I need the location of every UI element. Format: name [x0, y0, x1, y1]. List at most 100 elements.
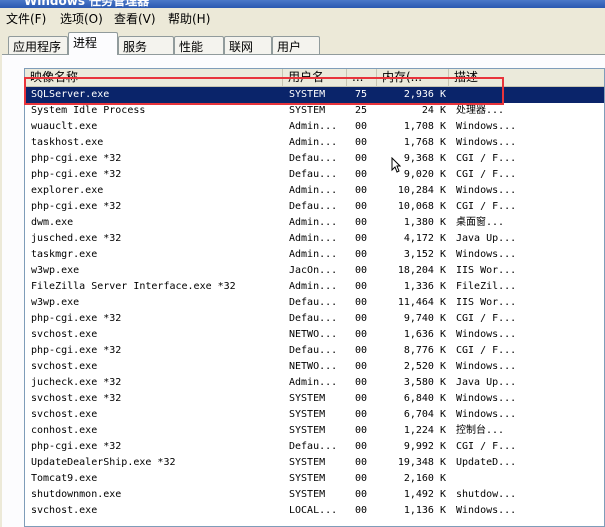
tab-strip: 应用程序 进程 服务 性能 联网 用户 [0, 28, 605, 55]
process-description: Windows... [456, 185, 517, 196]
process-name: svchost.exe [31, 409, 98, 420]
process-description [456, 87, 604, 103]
process-row[interactable]: dwm.exe Admin... 00 1,380 K 桌面窗... [25, 215, 604, 231]
process-description: CGI / F... [456, 169, 517, 180]
process-description: IIS Wor... [456, 265, 517, 276]
column-description[interactable]: 描述 [449, 69, 604, 86]
process-row[interactable]: w3wp.exe JacOn... 00 18,204 K IIS Wor... [25, 263, 604, 279]
process-row[interactable]: taskmgr.exe Admin... 00 3,152 K Windows... [25, 247, 604, 263]
process-memory: 1,708 K [403, 121, 446, 132]
process-row[interactable]: taskhost.exe Admin... 00 1,768 K Windows... [25, 135, 604, 151]
tab-applications[interactable]: 应用程序 [8, 36, 68, 54]
tab-processes[interactable]: 进程 [68, 32, 118, 55]
process-row[interactable]: jusched.exe *32 Admin... 00 4,172 K Java Up.… [25, 231, 604, 247]
process-description: Windows... [456, 121, 517, 132]
process-name: conhost.exe [31, 425, 98, 436]
column-header: 映像名称 用户名 ... 内存(... 描述 [25, 69, 604, 87]
process-memory: 10,284 K [397, 185, 446, 196]
process-row[interactable]: svchost.exe *32 SYSTEM 00 6,840 K Windows... [25, 391, 604, 407]
menu-view[interactable]: 查看(V) [114, 10, 156, 27]
process-memory: 11,464 K [397, 297, 446, 308]
process-row[interactable]: svchost.exe NETWO... 00 2,520 K Windows... [25, 359, 604, 375]
process-row[interactable]: php-cgi.exe *32 Defau... 00 9,368 K CGI / F.… [25, 151, 604, 167]
process-list[interactable]: 映像名称 用户名 ... 内存(... 描述 SQLServer.exe SYST… [24, 68, 605, 527]
process-name: php-cgi.exe *32 [31, 153, 122, 164]
process-description: Windows... [456, 393, 517, 404]
menu-options[interactable]: 选项(O) [60, 10, 103, 27]
process-row[interactable]: explorer.exe Admin... 00 10,284 K Windows... [25, 183, 604, 199]
column-image-name[interactable]: 映像名称 [25, 69, 283, 86]
process-user: Defau... [289, 313, 338, 324]
process-row[interactable]: jucheck.exe *32 Admin... 00 3,580 K Java Up.… [25, 375, 604, 391]
tab-services[interactable]: 服务 [118, 36, 174, 54]
process-name: php-cgi.exe *32 [31, 169, 122, 180]
process-memory: 9,992 K [403, 441, 446, 452]
process-row[interactable]: php-cgi.exe *32 Defau... 00 9,740 K CGI / F.… [25, 311, 604, 327]
process-description: Windows... [456, 329, 517, 340]
process-row[interactable]: FileZilla Server Interface.exe *32 Admin.… [25, 279, 604, 295]
process-user: Defau... [289, 169, 338, 180]
process-row[interactable]: wuauclt.exe Admin... 00 1,708 K Windows... [25, 119, 604, 135]
process-name: php-cgi.exe *32 [31, 201, 122, 212]
process-user: NETWO... [289, 361, 338, 372]
window-title: Windows 任务管理器 [24, 0, 150, 8]
process-row[interactable]: UpdateDealerShip.exe *32 SYSTEM 00 19,348 K… [25, 455, 604, 471]
process-memory: 24 K [421, 105, 446, 116]
process-name: System Idle Process [31, 105, 146, 116]
process-row[interactable]: Tomcat9.exe SYSTEM 00 2,160 K [25, 471, 604, 487]
process-memory: 2,520 K [403, 361, 446, 372]
process-row[interactable]: php-cgi.exe *32 Defau... 00 10,068 K CGI / F… [25, 199, 604, 215]
process-memory: 1,768 K [403, 137, 446, 148]
tab-users[interactable]: 用户 [272, 36, 320, 54]
process-description [456, 471, 604, 487]
process-memory: 2,160 K [403, 473, 446, 484]
process-memory: 8,776 K [403, 345, 446, 356]
process-memory: 3,580 K [403, 377, 446, 388]
process-memory: 1,136 K [403, 505, 446, 516]
process-memory: 1,336 K [403, 281, 446, 292]
menu-help[interactable]: 帮助(H) [168, 10, 210, 27]
process-row[interactable]: w3wp.exe Defau... 00 11,464 K IIS Wor... [25, 295, 604, 311]
column-user-name[interactable]: 用户名 [283, 69, 347, 86]
column-memory[interactable]: 内存(... [377, 69, 449, 86]
process-memory: 3,152 K [403, 249, 446, 260]
process-description: Windows... [456, 409, 517, 420]
process-memory: 18,204 K [397, 265, 446, 276]
process-memory: 1,224 K [403, 425, 446, 436]
process-name: php-cgi.exe *32 [31, 313, 122, 324]
column-cpu[interactable]: ... [347, 69, 377, 86]
process-description: CGI / F... [456, 345, 517, 356]
process-description: IIS Wor... [456, 297, 517, 308]
process-row[interactable]: conhost.exe SYSTEM 00 1,224 K 控制台... [25, 423, 604, 439]
process-row[interactable]: php-cgi.exe *32 Defau... 00 8,776 K CGI / F.… [25, 343, 604, 359]
process-user: SYSTEM [289, 393, 326, 404]
process-user: Admin... [289, 249, 338, 260]
process-memory: 1,492 K [403, 489, 446, 500]
title-bar: Windows 任务管理器 [0, 0, 605, 8]
process-row[interactable]: shutdownmon.exe SYSTEM 00 1,492 Kshutdow... [25, 487, 604, 503]
process-row[interactable]: php-cgi.exe *32 Defau... 00 9,992 K CGI / F.… [25, 439, 604, 455]
process-row[interactable]: System Idle Process SYSTEM 25 24 K 处理器... [25, 103, 604, 119]
menu-bar: 文件(F) 选项(O) 查看(V) 帮助(H) [0, 8, 605, 28]
process-name: FileZilla Server Interface.exe *32 [31, 281, 236, 292]
process-row[interactable]: svchost.exe SYSTEM 00 6,704 K Windows... [25, 407, 604, 423]
process-name: shutdownmon.exe [31, 489, 122, 500]
process-name: Tomcat9.exe [31, 473, 98, 484]
process-description: Windows... [456, 249, 517, 260]
process-memory: 10,068 K [397, 201, 446, 212]
process-name: wuauclt.exe [31, 121, 98, 132]
tab-networking[interactable]: 联网 [224, 36, 272, 54]
tab-performance[interactable]: 性能 [174, 36, 224, 54]
process-row[interactable]: php-cgi.exe *32 Defau... 00 9,020 K CGI / F.… [25, 167, 604, 183]
process-rows: SQLServer.exe SYSTEM 75 2,936 K System Idle … [25, 87, 604, 519]
process-description: Java Up... [456, 233, 517, 244]
process-description: CGI / F... [456, 313, 517, 324]
process-row[interactable]: SQLServer.exe SYSTEM 75 2,936 K [25, 87, 604, 103]
process-memory: 1,636 K [403, 329, 446, 340]
process-row[interactable]: svchost.exe LOCAL... 00 1,136 K Windows... [25, 503, 604, 519]
process-user: Defau... [289, 153, 338, 164]
process-user: SYSTEM [289, 473, 326, 484]
process-row[interactable]: svchost.exe NETWO... 00 1,636 K Windows... [25, 327, 604, 343]
process-user: Admin... [289, 217, 338, 228]
menu-file[interactable]: 文件(F) [6, 10, 46, 27]
